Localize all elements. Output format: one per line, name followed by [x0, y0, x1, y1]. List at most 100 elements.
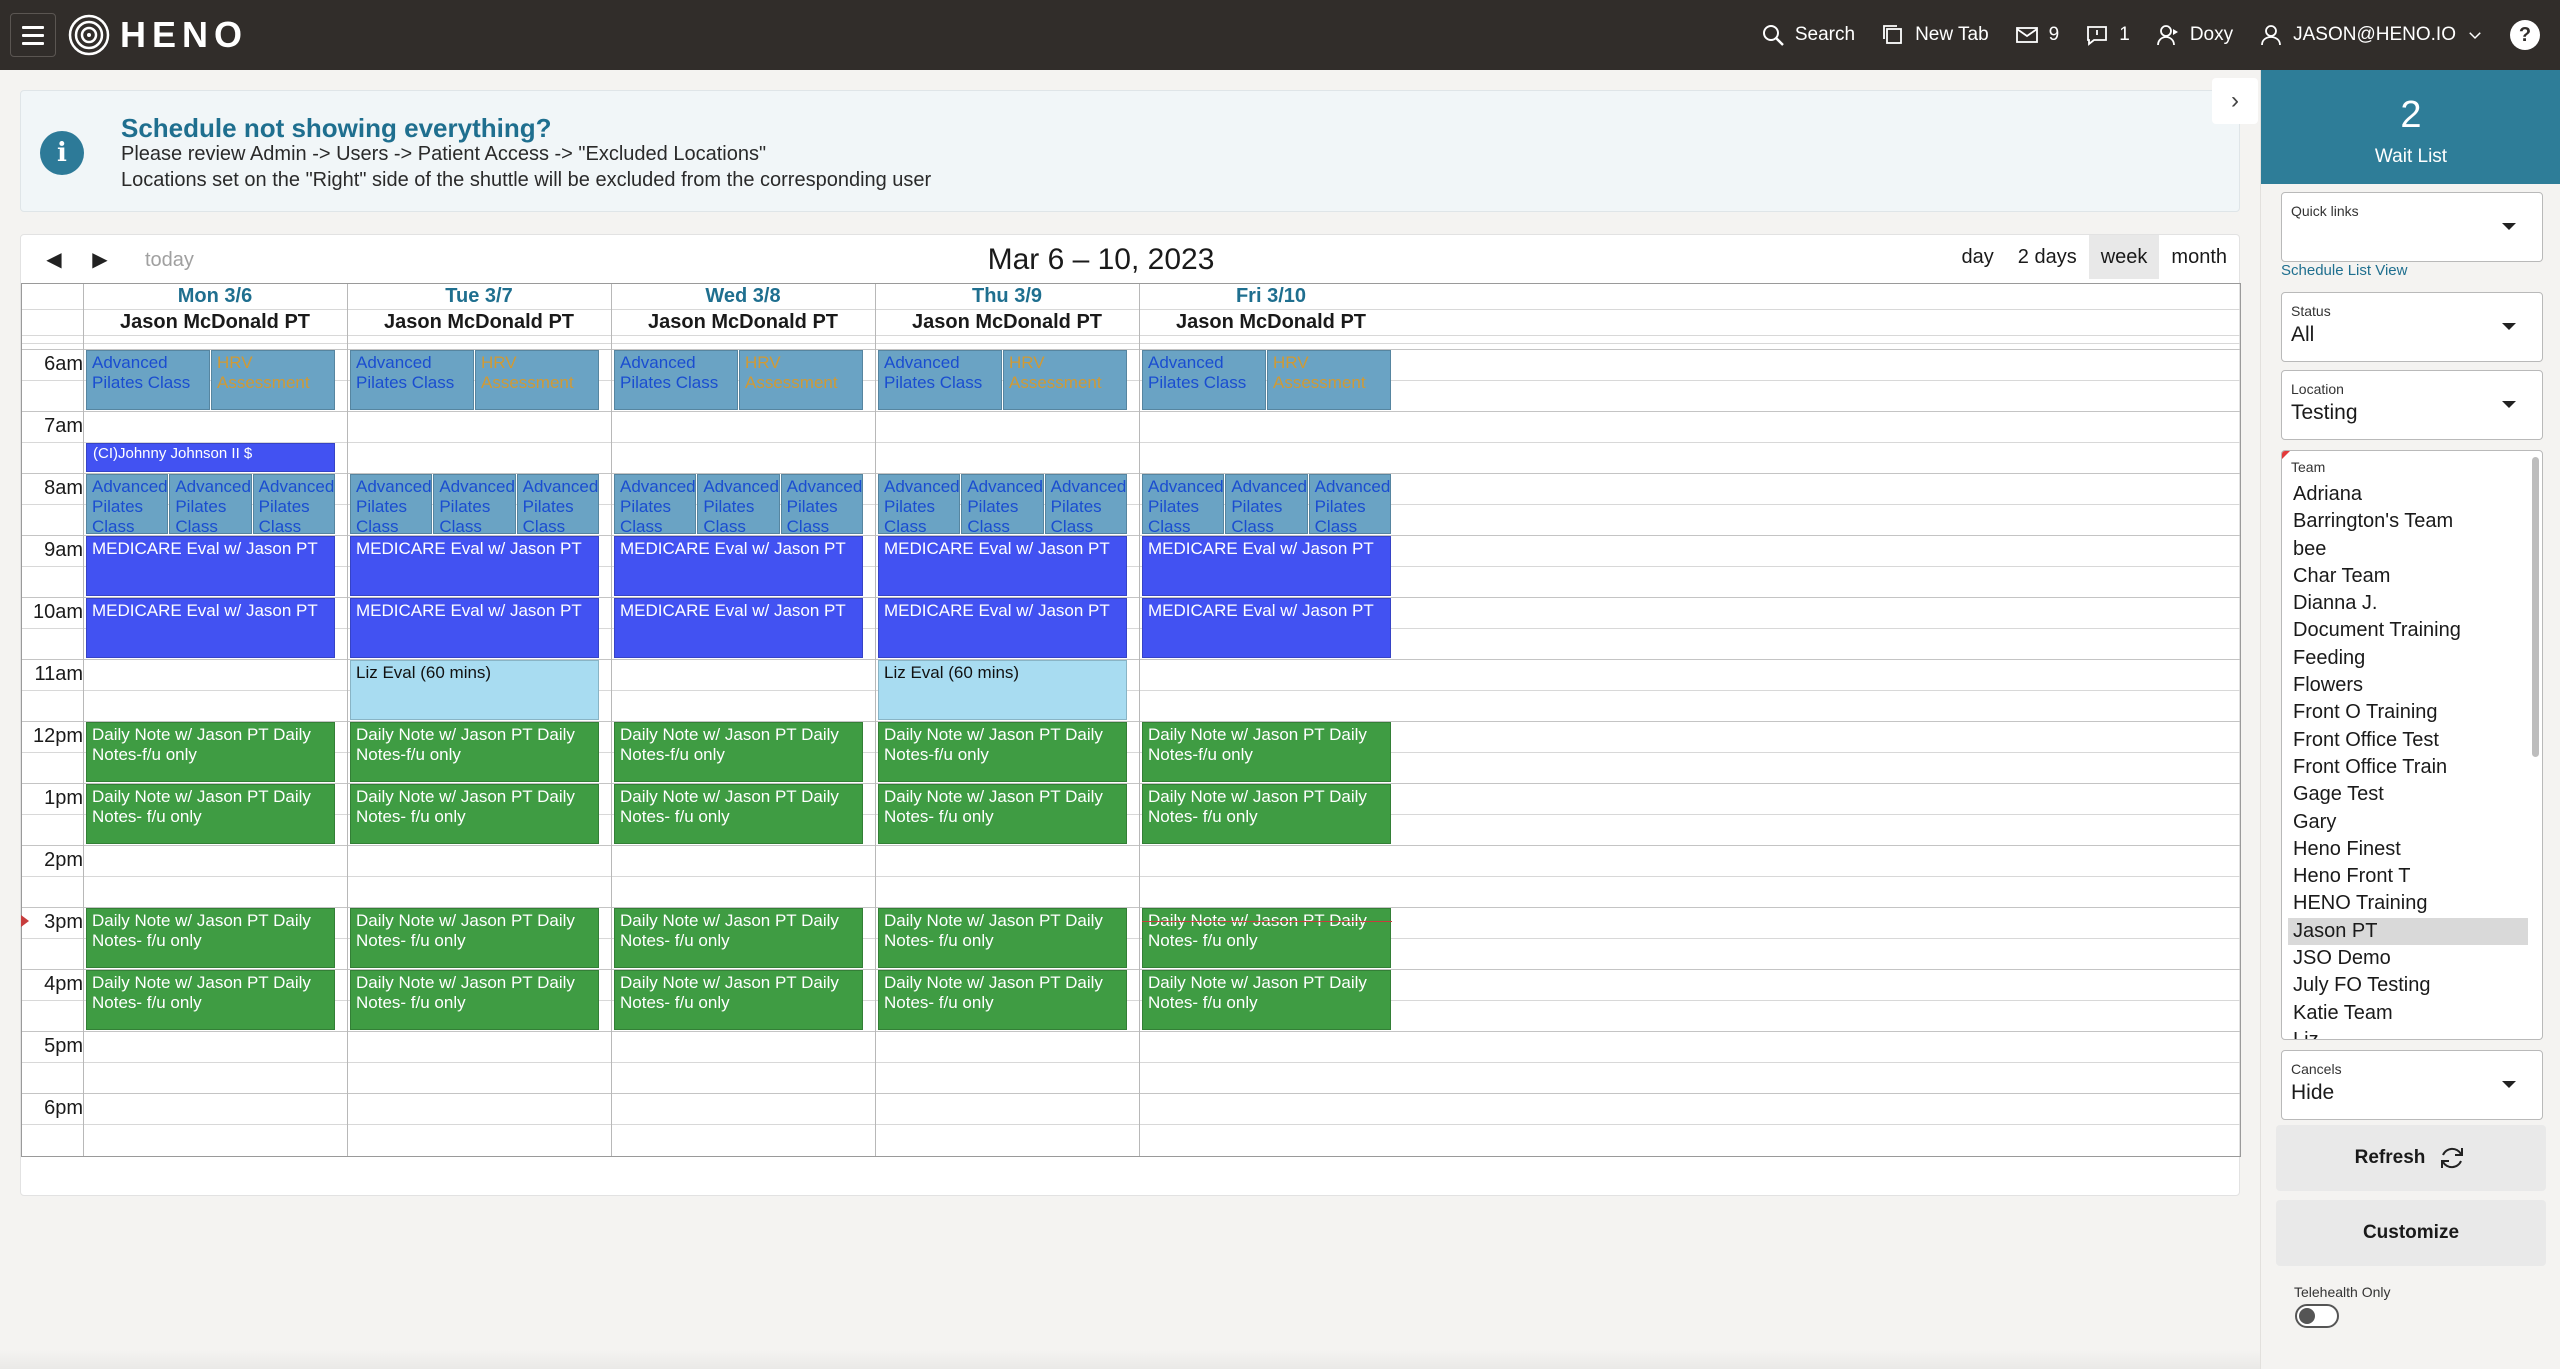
appointment-medicare[interactable]: MEDICARE Eval w/ Jason PT [86, 536, 335, 596]
appointment-pilates[interactable]: Advanced Pilates Class [614, 350, 738, 410]
appointment-daily-note[interactable]: Daily Note w/ Jason PT Daily Notes- f/u … [1142, 908, 1391, 968]
appointment-medicare[interactable]: MEDICARE Eval w/ Jason PT [1142, 598, 1391, 658]
appointment-medicare[interactable]: MEDICARE Eval w/ Jason PT [350, 536, 599, 596]
appointment-medicare[interactable]: MEDICARE Eval w/ Jason PT [878, 536, 1127, 596]
appointment-hrv[interactable]: HRV Assessment [1003, 350, 1127, 410]
appointment-daily-note[interactable]: Daily Note w/ Jason PT Daily Notes- f/u … [878, 970, 1127, 1030]
location-select[interactable]: Location Testing [2281, 370, 2543, 440]
team-option[interactable]: Front Office Test [2282, 727, 2528, 754]
team-scrollbar[interactable] [2532, 457, 2539, 757]
team-option[interactable]: July FO Testing [2282, 972, 2528, 999]
chat-button[interactable]: 1 [2085, 23, 2130, 47]
team-option[interactable]: Barrington's Team [2282, 508, 2528, 535]
appointment-hrv[interactable]: HRV Assessment [211, 350, 335, 410]
team-option[interactable]: Feeding [2282, 645, 2528, 672]
appointment-daily-note[interactable]: Daily Note w/ Jason PT Daily Notes- f/u … [1142, 970, 1391, 1030]
view-button-week[interactable]: week [2088, 235, 2160, 279]
appointment-medicare[interactable]: MEDICARE Eval w/ Jason PT [86, 598, 335, 658]
appointment-pilates[interactable]: Advanced Pilates Class [1142, 474, 1225, 534]
appointment-daily-note[interactable]: Daily Note w/ Jason PT Daily Notes- f/u … [614, 908, 863, 968]
hamburger-menu-button[interactable] [10, 13, 56, 57]
team-listbox[interactable]: Team Adriana Barrington's Team bee Char Tea… [2281, 450, 2543, 1040]
appointment-liz-eval[interactable]: Liz Eval (60 mins) [878, 660, 1127, 720]
team-option[interactable]: Jason PT [2288, 917, 2528, 946]
new-tab-button[interactable]: New Tab [1881, 23, 1989, 47]
team-option[interactable]: Document Training [2282, 617, 2528, 644]
team-option[interactable]: Gary [2282, 809, 2528, 836]
appointment-pilates[interactable]: Advanced Pilates Class [169, 474, 252, 534]
telehealth-toggle[interactable] [2295, 1304, 2339, 1328]
appointment-daily-note[interactable]: Daily Note w/ Jason PT Daily Notes- f/u … [614, 784, 863, 844]
appointment-medicare[interactable]: MEDICARE Eval w/ Jason PT [614, 536, 863, 596]
view-button-day[interactable]: day [1950, 235, 2006, 279]
user-menu-button[interactable]: JASON@HENO.IO [2259, 23, 2484, 47]
cancels-select[interactable]: Cancels Hide [2281, 1050, 2543, 1120]
appointment-liz-eval[interactable]: Liz Eval (60 mins) [350, 660, 599, 720]
appointment-pilates[interactable]: Advanced Pilates Class [86, 474, 169, 534]
doxy-button[interactable]: Doxy [2156, 23, 2233, 47]
team-option[interactable]: Front O Training [2282, 699, 2528, 726]
team-option[interactable]: Heno Finest [2282, 836, 2528, 863]
view-button-2-days[interactable]: 2 days [2006, 235, 2089, 279]
customize-button[interactable]: Customize [2276, 1200, 2546, 1266]
appointment-pilates[interactable]: Advanced Pilates Class [878, 474, 961, 534]
appointment-daily-note[interactable]: Daily Note w/ Jason PT Daily Notes- f/u … [350, 908, 599, 968]
appointment-pilates[interactable]: Advanced Pilates Class [1044, 474, 1127, 534]
appointment-pilates[interactable]: Advanced Pilates Class [252, 474, 335, 534]
appointment-daily-note[interactable]: Daily Note w/ Jason PT Daily Notes- f/u … [350, 970, 599, 1030]
day-header[interactable]: Tue 3/7 [347, 283, 611, 309]
appointment-pilates[interactable]: Advanced Pilates Class [86, 350, 210, 410]
appointment-daily-note[interactable]: Daily Note w/ Jason PT Daily Notes- f/u … [1142, 784, 1391, 844]
team-option[interactable]: JSO Demo [2282, 945, 2528, 972]
team-option[interactable]: Flowers [2282, 672, 2528, 699]
status-select[interactable]: Status All [2281, 292, 2543, 362]
appointment-daily-note[interactable]: Daily Note w/ Jason PT Daily Notes- f/u … [878, 908, 1127, 968]
appointment-daily-note[interactable]: Daily Note w/ Jason PT Daily Notes-f/u o… [350, 722, 599, 782]
appointment-pilates[interactable]: Advanced Pilates Class [1225, 474, 1308, 534]
mail-button[interactable]: 9 [2015, 23, 2059, 47]
appointment-pilates[interactable]: Advanced Pilates Class [350, 474, 433, 534]
day-header[interactable]: Wed 3/8 [611, 283, 875, 309]
appointment-pilates[interactable]: Advanced Pilates Class [961, 474, 1044, 534]
appointment-pilates[interactable]: Advanced Pilates Class [1308, 474, 1391, 534]
help-icon[interactable]: ? [2510, 20, 2540, 50]
appointment-medicare[interactable]: MEDICARE Eval w/ Jason PT [350, 598, 599, 658]
team-option[interactable]: Adriana [2282, 481, 2528, 508]
team-option[interactable]: Char Team [2282, 563, 2528, 590]
view-button-month[interactable]: month [2159, 235, 2239, 279]
team-option[interactable]: bee [2282, 536, 2528, 563]
appointment-hrv[interactable]: HRV Assessment [1267, 350, 1391, 410]
team-option[interactable]: Front Office Train [2282, 754, 2528, 781]
team-option[interactable]: Liz [2282, 1027, 2528, 1039]
appointment-johnny-johnson[interactable]: (CI)Johnny Johnson II $ [86, 443, 335, 472]
appointment-medicare[interactable]: MEDICARE Eval w/ Jason PT [614, 598, 863, 658]
appointment-pilates[interactable]: Advanced Pilates Class [878, 350, 1002, 410]
appointment-daily-note[interactable]: Daily Note w/ Jason PT Daily Notes- f/u … [350, 784, 599, 844]
team-option[interactable]: Dianna J. [2282, 590, 2528, 617]
team-option[interactable]: Gage Test [2282, 781, 2528, 808]
appointment-daily-note[interactable]: Daily Note w/ Jason PT Daily Notes-f/u o… [614, 722, 863, 782]
team-option[interactable]: Katie Team [2282, 1000, 2528, 1027]
schedule-list-view-link[interactable]: Schedule List View [2281, 262, 2407, 279]
appointment-pilates[interactable]: Advanced Pilates Class [1142, 350, 1266, 410]
logo[interactable]: HENO [68, 14, 248, 56]
appointment-daily-note[interactable]: Daily Note w/ Jason PT Daily Notes- f/u … [86, 784, 335, 844]
appointment-daily-note[interactable]: Daily Note w/ Jason PT Daily Notes-f/u o… [86, 722, 335, 782]
appointment-medicare[interactable]: MEDICARE Eval w/ Jason PT [878, 598, 1127, 658]
day-header[interactable]: Mon 3/6 [83, 283, 347, 309]
quick-links-select[interactable]: Quick links [2281, 192, 2543, 262]
appointment-daily-note[interactable]: Daily Note w/ Jason PT Daily Notes- f/u … [86, 908, 335, 968]
appointment-pilates[interactable]: Advanced Pilates Class [350, 350, 474, 410]
wait-list-button[interactable]: 2 Wait List [2261, 70, 2560, 184]
search-button[interactable]: Search [1761, 23, 1855, 47]
appointment-pilates[interactable]: Advanced Pilates Class [433, 474, 516, 534]
collapse-panel-button[interactable]: › [2212, 78, 2258, 124]
refresh-button[interactable]: Refresh [2276, 1125, 2546, 1191]
appointment-daily-note[interactable]: Daily Note w/ Jason PT Daily Notes- f/u … [878, 784, 1127, 844]
team-option[interactable]: Heno Front T [2282, 863, 2528, 890]
appointment-pilates[interactable]: Advanced Pilates Class [614, 474, 697, 534]
appointment-hrv[interactable]: HRV Assessment [475, 350, 599, 410]
day-header[interactable]: Thu 3/9 [875, 283, 1139, 309]
appointment-daily-note[interactable]: Daily Note w/ Jason PT Daily Notes-f/u o… [1142, 722, 1391, 782]
appointment-hrv[interactable]: HRV Assessment [739, 350, 863, 410]
